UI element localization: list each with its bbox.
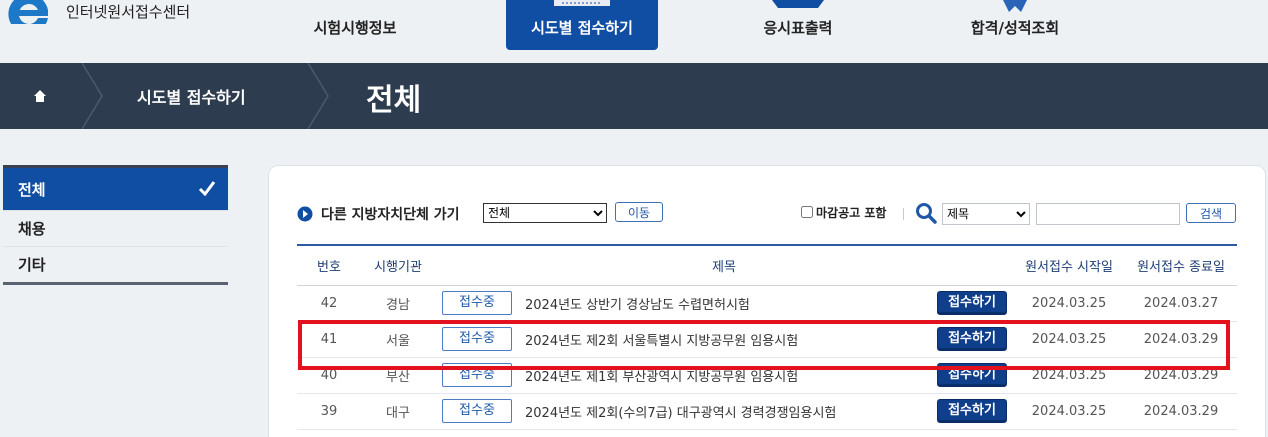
row-end-date: 2024.03.29 (1125, 393, 1237, 430)
apply-button[interactable]: 접수하기 (937, 327, 1007, 351)
breadcrumb-separator-icon (81, 63, 103, 129)
row-number: 40 (297, 357, 361, 394)
main-panel: 다른 지방자치단체 가기 전체 이동 마감공고 포함 제목 검색 번호 시행기관… (268, 165, 1266, 437)
breadcrumb-band: 시도별 접수하기 전체 (0, 63, 1268, 129)
row-status-cell: 접수중 (435, 321, 519, 358)
col-header-title: 제목 (435, 244, 1013, 286)
table-row: 39 대구 접수중 2024년도 제2회(수의7급) 대구광역시 경력경쟁임용시… (297, 393, 1237, 430)
apply-button[interactable]: 접수하기 (937, 291, 1007, 315)
row-organization: 서울 (361, 321, 435, 358)
sidebar-item-all[interactable]: 전체 (3, 168, 228, 210)
nav-apply-by-region-label: 시도별 접수하기 (531, 19, 633, 37)
row-start-date: 2024.03.25 (1013, 357, 1125, 394)
sidebar-item-other[interactable]: 기타 (3, 246, 228, 282)
row-number: 41 (297, 321, 361, 358)
nav-exam-info[interactable]: 시험시행정보 (285, 0, 425, 50)
divider (903, 208, 904, 220)
nav-results[interactable]: 합격/성적조회 (945, 0, 1085, 50)
nav-admission-ticket-label: 응시표출력 (763, 19, 833, 37)
row-title[interactable]: 2024년도 제1회 부산광역시 지방공무원 임용시험 (519, 357, 931, 394)
apply-button[interactable]: 접수하기 (937, 399, 1007, 423)
col-header-end-date: 원서접수 종료일 (1125, 244, 1237, 286)
row-start-date: 2024.03.25 (1013, 321, 1125, 358)
region-select[interactable]: 전체 (483, 203, 607, 223)
sidebar-item-hiring[interactable]: 채용 (3, 210, 228, 246)
include-closed-checkbox[interactable] (801, 206, 813, 218)
row-number: 42 (297, 285, 361, 322)
row-title[interactable]: 2024년도 제2회(수의7급) 대구광역시 경력경쟁임용시험 (519, 393, 931, 430)
row-apply-cell: 접수하기 (931, 393, 1013, 430)
search-input[interactable] (1036, 203, 1180, 225)
circle-arrow-icon (297, 206, 313, 222)
site-logo[interactable]: 인터넷원서접수센터 (0, 0, 190, 30)
sidebar-item-label: 전체 (18, 180, 46, 199)
row-title[interactable]: 2024년도 상반기 경상남도 수렵면허시험 (519, 285, 931, 322)
search-button[interactable]: 검색 (1186, 203, 1236, 223)
row-end-date: 2024.03.27 (1125, 285, 1237, 322)
exam-list-table: 번호 시행기관 제목 원서접수 시작일 원서접수 종료일 42 경남 접수중 2… (297, 244, 1237, 430)
nav-exam-info-label: 시험시행정보 (313, 19, 397, 37)
logo-text: 인터넷원서접수센터 (66, 2, 191, 21)
check-icon (198, 181, 216, 196)
logo-icon (8, 0, 48, 24)
row-end-date: 2024.03.29 (1125, 357, 1237, 394)
other-region-label: 다른 지방자치단체 가기 (321, 207, 460, 223)
row-organization: 부산 (361, 357, 435, 394)
row-apply-cell: 접수하기 (931, 357, 1013, 394)
breadcrumb-section[interactable]: 시도별 접수하기 (137, 84, 246, 108)
row-organization: 대구 (361, 393, 435, 430)
top-navigation: 인터넷원서접수센터 시험시행정보 시도별 접수하기 응시표출력 합격/성적조회 (0, 0, 1268, 62)
nav-apply-by-region[interactable]: 시도별 접수하기 (506, 0, 658, 50)
sidebar-item-label: 채용 (18, 220, 46, 238)
row-apply-cell: 접수하기 (931, 321, 1013, 358)
row-start-date: 2024.03.25 (1013, 285, 1125, 322)
apply-button[interactable]: 접수하기 (937, 363, 1007, 387)
col-header-number: 번호 (297, 244, 361, 286)
search-field-select[interactable]: 제목 (942, 203, 1030, 225)
status-badge: 접수중 (442, 363, 512, 387)
status-badge: 접수중 (442, 327, 512, 351)
breadcrumb-separator-icon (307, 63, 329, 129)
row-end-date: 2024.03.29 (1125, 321, 1237, 358)
status-badge: 접수중 (442, 399, 512, 423)
home-icon[interactable] (33, 89, 47, 103)
medal-icon (1003, 0, 1027, 12)
row-status-cell: 접수중 (435, 285, 519, 322)
col-header-organization: 시행기관 (361, 244, 435, 286)
row-apply-cell: 접수하기 (931, 285, 1013, 322)
row-start-date: 2024.03.25 (1013, 393, 1125, 430)
printer-icon (772, 0, 824, 8)
status-badge: 접수중 (442, 291, 512, 315)
row-organization: 경남 (361, 285, 435, 322)
col-header-start-date: 원서접수 시작일 (1013, 244, 1125, 286)
table-row: 42 경남 접수중 2024년도 상반기 경상남도 수렵면허시험 접수하기 20… (297, 285, 1237, 322)
nav-admission-ticket[interactable]: 응시표출력 (728, 0, 868, 50)
row-status-cell: 접수중 (435, 357, 519, 394)
search-icon (916, 203, 937, 224)
page-title: 전체 (366, 83, 422, 118)
table-row: 40 부산 접수중 2024년도 제1회 부산광역시 지방공무원 임용시험 접수… (297, 357, 1237, 394)
move-button[interactable]: 이동 (615, 202, 663, 222)
row-number: 39 (297, 393, 361, 430)
nav-results-label: 합격/성적조회 (970, 19, 1060, 37)
table-header-row: 번호 시행기관 제목 원서접수 시작일 원서접수 종료일 (297, 244, 1237, 286)
filter-bar: 다른 지방자치단체 가기 전체 이동 마감공고 포함 제목 검색 (297, 202, 1237, 226)
row-status-cell: 접수중 (435, 393, 519, 430)
include-closed-label: 마감공고 포함 (816, 206, 887, 220)
table-row: 41 서울 접수중 2024년도 제2회 서울특별시 지방공무원 임용시험 접수… (297, 321, 1237, 358)
keyboard-icon (554, 0, 610, 6)
sidebar: 전체 채용 기타 (3, 165, 228, 285)
sidebar-item-label: 기타 (18, 256, 46, 274)
row-title[interactable]: 2024년도 제2회 서울특별시 지방공무원 임용시험 (519, 321, 931, 358)
